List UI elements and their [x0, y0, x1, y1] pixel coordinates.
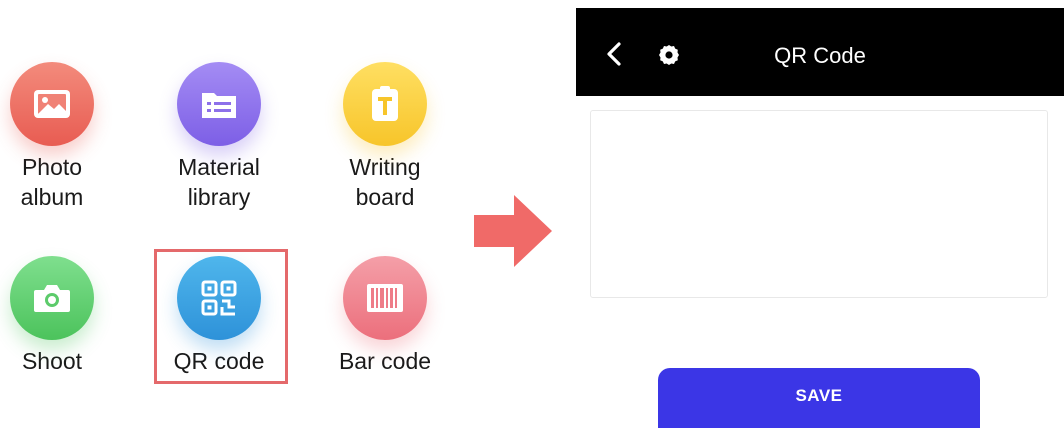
app-bar: QR Code [576, 8, 1064, 96]
arrow-right-icon [474, 195, 552, 272]
menu-label: Photo album [20, 154, 84, 210]
menu-label: Material library [178, 154, 260, 210]
writing-board-icon [343, 62, 427, 146]
material-list-icon [177, 62, 261, 146]
photo-icon [10, 62, 94, 146]
menu-label: Bar code [338, 348, 432, 374]
page-title: QR Code [774, 43, 866, 68]
menu-item-bar-code[interactable]: Bar code [310, 256, 460, 376]
qr-code-highlight [154, 249, 288, 384]
menu-item-material-library[interactable]: Material library [144, 62, 294, 212]
menu-label: Writing board [349, 154, 421, 210]
menu-item-shoot[interactable]: Shoot [0, 256, 127, 376]
gear-icon[interactable] [658, 44, 680, 66]
menu-item-writing-board[interactable]: Writing board [310, 62, 460, 212]
camera-icon [10, 256, 94, 340]
qr-code-screen: QR Code SAVE [576, 8, 1064, 428]
save-button[interactable]: SAVE [658, 368, 980, 428]
chevron-left-icon[interactable] [604, 42, 624, 66]
menu-item-photo-album[interactable]: Photo album [0, 62, 127, 212]
barcode-icon [343, 256, 427, 340]
qr-content-area[interactable] [590, 110, 1048, 298]
menu-label: Shoot [21, 348, 83, 374]
